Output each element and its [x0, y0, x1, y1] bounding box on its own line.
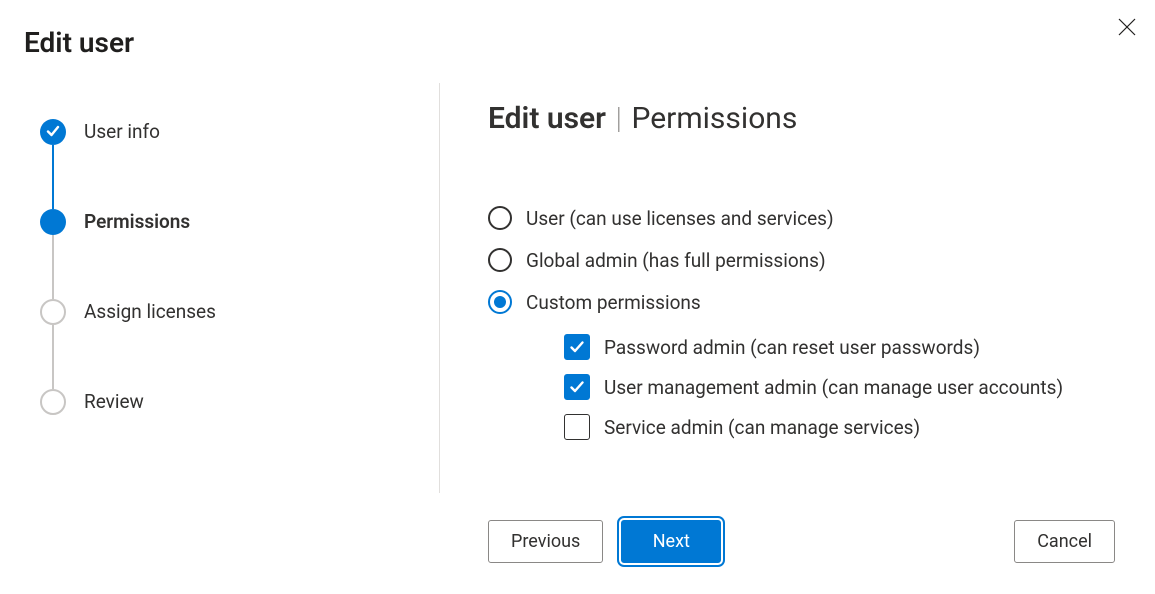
cancel-button[interactable]: Cancel [1014, 520, 1115, 563]
step-label: User info [84, 119, 160, 145]
step-user-info[interactable]: User info [40, 119, 439, 209]
wizard-stepper: User info Permissions Assign licenses Re… [20, 83, 440, 493]
radio-icon [488, 290, 512, 314]
checkbox-password-admin[interactable]: Password admin (can reset user passwords… [564, 334, 1115, 360]
dialog-title: Edit user [24, 26, 1135, 59]
step-indicator-upcoming [40, 389, 66, 415]
close-icon [1118, 18, 1136, 39]
content-title-rest: Permissions [632, 101, 798, 136]
radio-custom-permissions[interactable]: Custom permissions [488, 290, 1115, 314]
checkbox-user-management-admin[interactable]: User management admin (can manage user a… [564, 374, 1115, 400]
content-panel: Edit user | Permissions User (can use li… [440, 83, 1135, 563]
dialog-footer: Previous Next Cancel [488, 490, 1115, 563]
checkbox-icon [564, 334, 590, 360]
content-title-divider: | [615, 101, 622, 136]
radio-label: Custom permissions [526, 291, 701, 314]
content-title-strong: Edit user [488, 101, 606, 136]
check-icon [46, 123, 60, 142]
previous-button[interactable]: Previous [488, 520, 603, 563]
step-assign-licenses[interactable]: Assign licenses [40, 299, 439, 389]
radio-label: User (can use licenses and services) [526, 207, 834, 230]
step-indicator-upcoming [40, 299, 66, 325]
step-label: Assign licenses [84, 299, 216, 325]
radio-user[interactable]: User (can use licenses and services) [488, 206, 1115, 230]
checkbox-icon [564, 374, 590, 400]
radio-icon [488, 248, 512, 272]
permission-options: User (can use licenses and services) Glo… [488, 206, 1115, 440]
step-indicator-completed [40, 119, 66, 145]
radio-icon [488, 206, 512, 230]
next-button[interactable]: Next [621, 520, 721, 563]
checkbox-label: Password admin (can reset user passwords… [604, 336, 980, 359]
step-indicator-active [40, 209, 66, 235]
checkbox-service-admin[interactable]: Service admin (can manage services) [564, 414, 1115, 440]
checkbox-label: User management admin (can manage user a… [604, 376, 1063, 399]
edit-user-dialog: Edit user User info [0, 0, 1155, 594]
step-connector [52, 235, 54, 299]
content-title: Edit user | Permissions [488, 101, 1115, 136]
radio-label: Global admin (has full permissions) [526, 249, 826, 272]
custom-permission-suboptions: Password admin (can reset user passwords… [564, 334, 1115, 440]
checkbox-label: Service admin (can manage services) [604, 416, 920, 439]
step-review[interactable]: Review [40, 389, 439, 415]
step-connector [52, 145, 54, 209]
dialog-body: User info Permissions Assign licenses Re… [20, 83, 1135, 563]
radio-global-admin[interactable]: Global admin (has full permissions) [488, 248, 1115, 272]
step-label: Permissions [84, 209, 190, 235]
step-permissions[interactable]: Permissions [40, 209, 439, 299]
step-connector [52, 325, 54, 389]
close-button[interactable] [1113, 14, 1141, 42]
step-label: Review [84, 389, 144, 415]
checkbox-icon [564, 414, 590, 440]
